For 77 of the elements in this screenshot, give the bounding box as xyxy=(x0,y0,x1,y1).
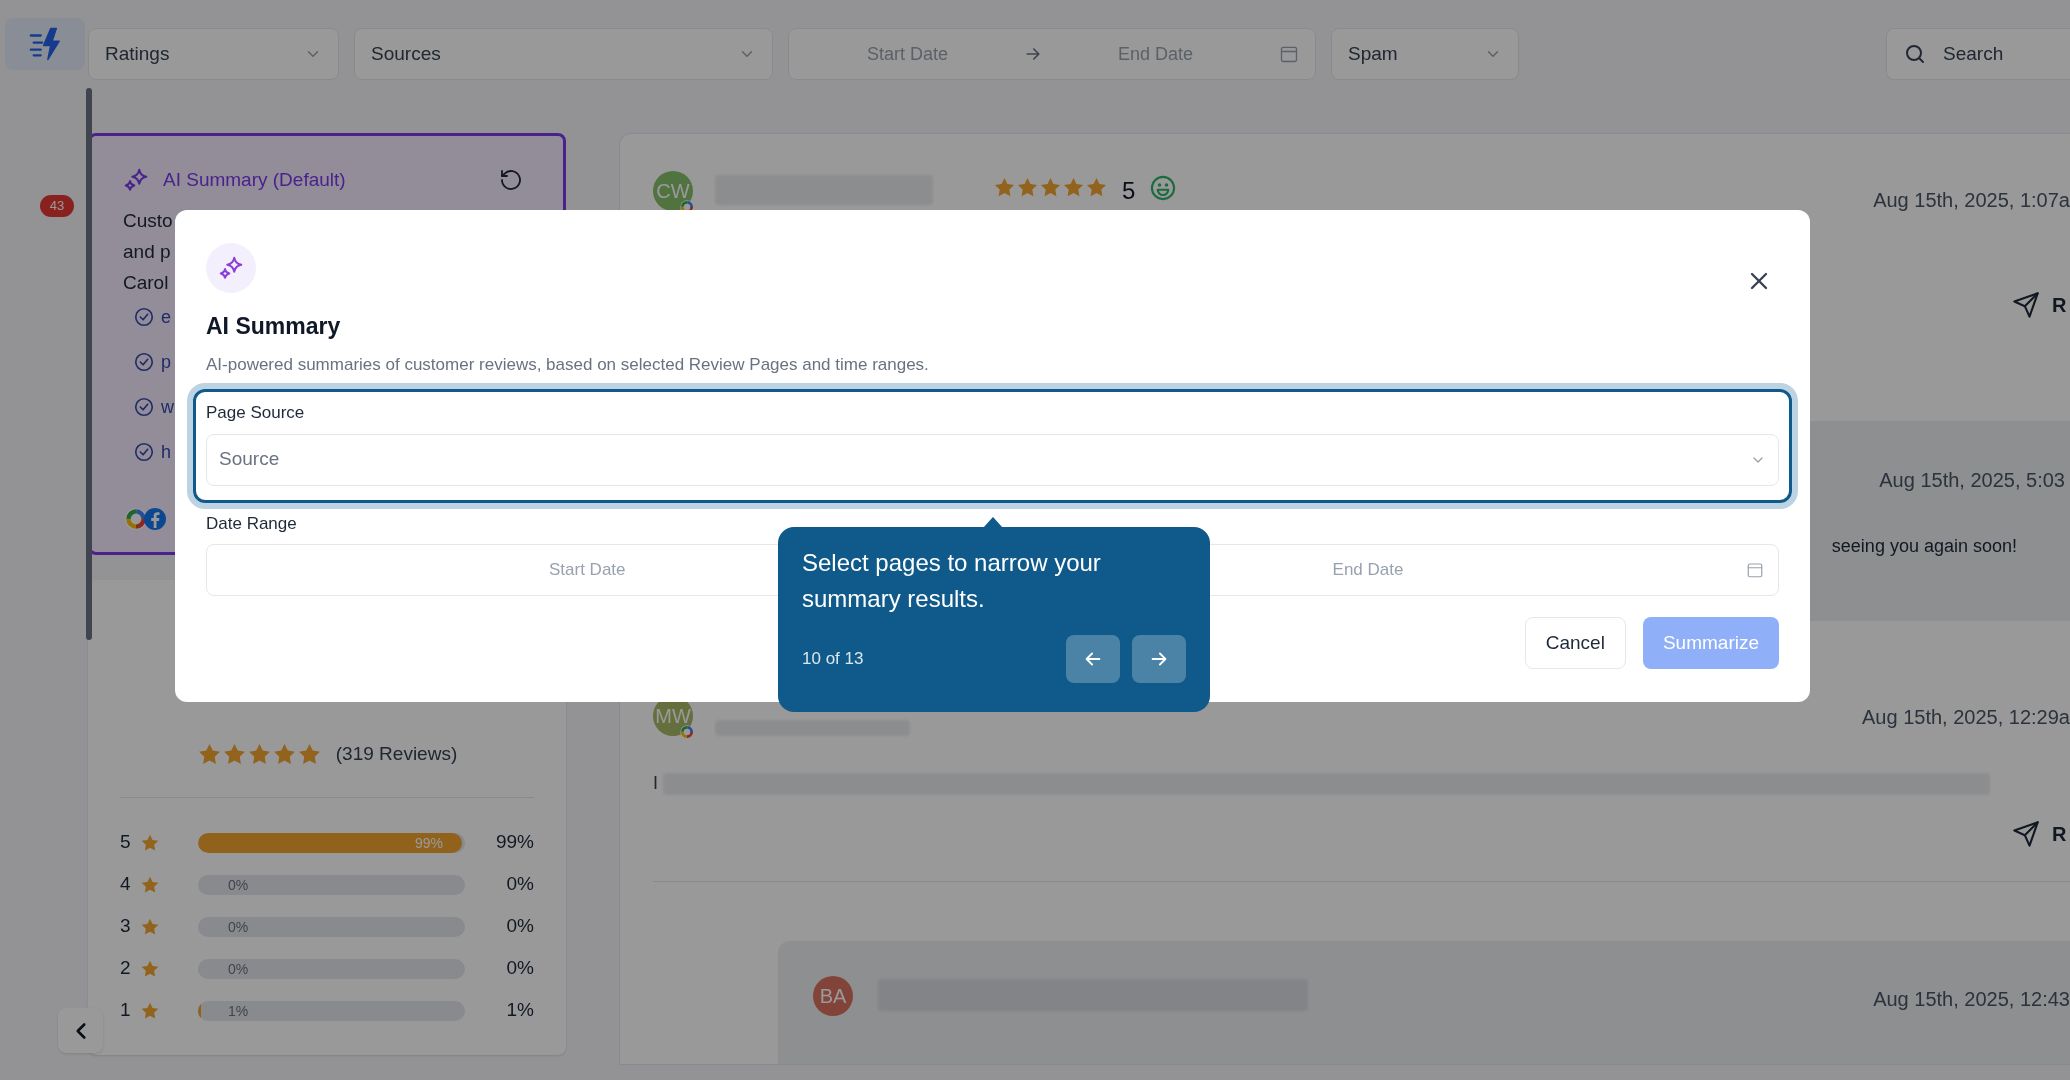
review-text: I xyxy=(653,772,659,795)
search-icon xyxy=(1903,42,1927,66)
filter-dropdown[interactable]: Sources xyxy=(354,28,773,80)
check-circle-icon xyxy=(133,306,155,328)
check-circle-icon xyxy=(133,396,155,418)
star-icon xyxy=(993,176,1016,199)
percentage: 99% xyxy=(495,830,534,855)
field-label: Page Source xyxy=(206,402,306,424)
source-dropdown[interactable]: Source xyxy=(206,433,1779,486)
star-icon xyxy=(1039,176,1062,199)
rating-number: 1 xyxy=(120,998,132,1023)
search-button[interactable]: Search xyxy=(1886,28,2070,80)
percentage: 0% xyxy=(506,872,534,897)
step-counter: 10 of 13 xyxy=(802,648,864,671)
summary-text: and p xyxy=(123,239,171,264)
filter-dropdown[interactable]: Spam xyxy=(1331,28,1519,80)
google-icon xyxy=(679,724,695,740)
response-date: Aug 15th, 2025, 5:03 xyxy=(1879,468,2065,493)
refresh-button[interactable] xyxy=(499,168,523,193)
refresh-icon xyxy=(499,168,523,193)
percentage: 0% xyxy=(506,914,534,939)
star-icon xyxy=(1085,176,1108,199)
previous-button[interactable] xyxy=(1066,635,1120,683)
review-count: (319 Reviews) xyxy=(335,742,458,766)
field-label: Date Range xyxy=(206,512,297,535)
summary-point: w xyxy=(161,395,174,419)
modal-description: AI-powered summaries of customer reviews, based on selected Review Pages and time ranges. xyxy=(206,353,930,376)
avatar: CW xyxy=(653,171,693,211)
lightning-icon xyxy=(28,27,62,61)
send-icon xyxy=(2012,291,2040,319)
smiley-icon xyxy=(1149,174,1178,202)
reply-link[interactable]: R xyxy=(2052,290,2064,320)
star-icon xyxy=(1062,176,1085,199)
summary-point: p xyxy=(161,350,171,374)
bar-label: 99% xyxy=(414,833,443,853)
percentage: 1% xyxy=(506,998,534,1023)
summary-text: Custo xyxy=(123,208,173,233)
end-date-placeholder: End Date xyxy=(1332,559,1404,582)
next-button[interactable] xyxy=(1132,635,1186,683)
start-date-placeholder: Start Date xyxy=(549,559,626,582)
rating-score: 5 xyxy=(1122,176,1136,206)
facebook-icon xyxy=(143,506,167,531)
calendar-icon xyxy=(1746,561,1764,579)
response-text: seeing you again soon! xyxy=(1831,535,2017,558)
reply-link[interactable]: R xyxy=(2052,819,2064,849)
response-date: Aug 15th, 2025, 12:43 xyxy=(1873,987,2070,1012)
rating-number: 5 xyxy=(120,830,132,855)
review-date: Aug 15th, 2025, 12:29a xyxy=(1862,705,2070,730)
bar-label: 1% xyxy=(228,1001,249,1021)
calendar-icon xyxy=(1279,44,1299,64)
avatar: BA xyxy=(813,976,853,1016)
bar-label: 0% xyxy=(228,917,249,937)
start-date-placeholder: Start Date xyxy=(867,42,949,66)
percentage: 0% xyxy=(506,956,534,981)
filter-dropdown[interactable]: Ratings xyxy=(88,28,339,80)
summary-point: h xyxy=(161,440,171,464)
sparkle-icon xyxy=(123,167,149,194)
check-circle-icon xyxy=(133,351,155,373)
cancel-button[interactable]: Cancel xyxy=(1524,617,1626,669)
notification-badge: 43 xyxy=(40,195,74,217)
check-circle-icon xyxy=(133,441,155,463)
bar-label: 0% xyxy=(228,959,249,979)
review-date: Aug 15th, 2025, 1:07a xyxy=(1873,188,2070,213)
star-icon xyxy=(1016,176,1039,199)
summary-text: Carol xyxy=(123,270,169,295)
rating-number: 2 xyxy=(120,956,132,981)
collapse-button[interactable] xyxy=(58,1008,103,1053)
summary-point: e xyxy=(161,305,171,329)
modal-title: AI Summary xyxy=(206,312,342,341)
rating-number: 3 xyxy=(120,914,132,939)
end-date-placeholder: End Date xyxy=(1118,42,1194,66)
send-icon xyxy=(2012,820,2040,848)
logo-button[interactable] xyxy=(5,18,85,70)
card-title: AI Summary (Default) xyxy=(163,168,346,192)
rating-number: 4 xyxy=(120,872,132,897)
sparkle-icon xyxy=(218,255,244,281)
bar-label: 0% xyxy=(228,875,249,895)
